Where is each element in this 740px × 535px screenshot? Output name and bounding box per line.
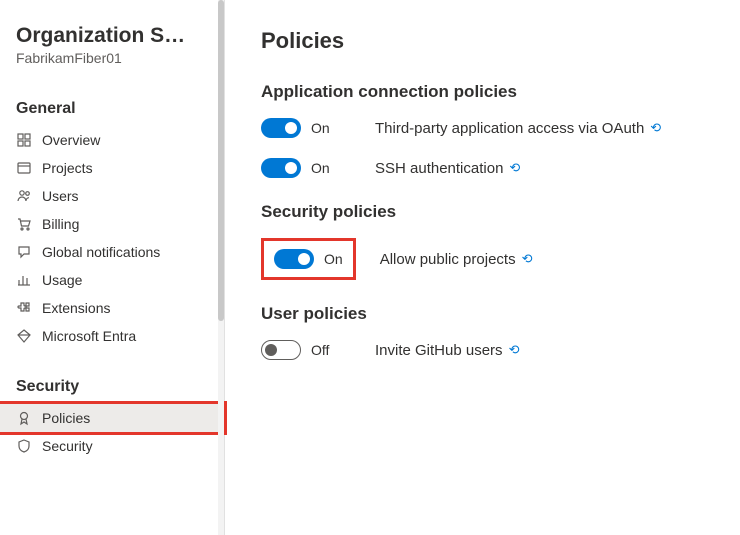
sidebar-item-global-notifications[interactable]: Global notifications	[0, 238, 224, 266]
sidebar-item-microsoft-entra[interactable]: Microsoft Entra	[0, 322, 224, 350]
sidebar-item-label: Overview	[42, 132, 100, 148]
toggle-state-label: On	[311, 160, 330, 176]
section-title-security-policies: Security policies	[261, 202, 720, 222]
sidebar-item-security[interactable]: Security	[0, 432, 224, 460]
dashboard-icon	[16, 132, 32, 148]
sidebar-item-label: Policies	[42, 410, 90, 426]
chart-icon	[16, 272, 32, 288]
policy-row-public-projects: On Allow public projects ⟲	[261, 238, 720, 280]
highlight-annotation: On	[261, 238, 356, 280]
section-title-user-policies: User policies	[261, 304, 720, 324]
badge-icon	[16, 410, 32, 426]
main-content: Policies Application connection policies…	[225, 0, 740, 535]
link-icon[interactable]: ⟲	[509, 160, 520, 176]
link-icon[interactable]: ⟲	[522, 251, 533, 267]
toggle-state-label: Off	[311, 342, 329, 358]
sidebar-item-projects[interactable]: Projects	[0, 154, 224, 182]
sidebar-item-label: Usage	[42, 272, 82, 288]
policy-label: SSH authentication ⟲	[375, 160, 520, 177]
sidebar-item-label: Users	[42, 188, 79, 204]
sidebar-subtitle: FabrikamFiber01	[16, 50, 208, 66]
policy-label: Third-party application access via OAuth…	[375, 120, 661, 137]
sidebar-item-label: Security	[42, 438, 93, 454]
sidebar: Organization S… FabrikamFiber01 General …	[0, 0, 225, 535]
link-icon[interactable]: ⟲	[509, 342, 520, 358]
toggle-ssh[interactable]	[261, 158, 301, 178]
sidebar-item-label: Microsoft Entra	[42, 328, 136, 344]
toggle-invite-github[interactable]	[261, 340, 301, 360]
cart-icon	[16, 216, 32, 232]
sidebar-item-label: Extensions	[42, 300, 110, 316]
entra-icon	[16, 328, 32, 344]
sidebar-item-policies[interactable]: Policies	[0, 404, 224, 432]
page-title: Policies	[261, 28, 720, 54]
sidebar-header: Organization S… FabrikamFiber01	[0, 24, 224, 72]
shield-icon	[16, 438, 32, 454]
sidebar-item-label: Billing	[42, 216, 79, 232]
link-icon[interactable]: ⟲	[650, 120, 661, 136]
policy-row-invite-github: Off Invite GitHub users ⟲	[261, 340, 720, 360]
sidebar-item-users[interactable]: Users	[0, 182, 224, 210]
scrollbar-track	[218, 0, 224, 535]
toggle-oauth[interactable]	[261, 118, 301, 138]
section-label-general: General	[0, 72, 224, 126]
sidebar-item-label: Projects	[42, 160, 93, 176]
toggle-state-label: On	[311, 120, 330, 136]
scrollbar-thumb[interactable]	[218, 0, 224, 321]
projects-icon	[16, 160, 32, 176]
sidebar-item-overview[interactable]: Overview	[0, 126, 224, 154]
sidebar-item-label: Global notifications	[42, 244, 160, 260]
users-icon	[16, 188, 32, 204]
policy-label: Allow public projects ⟲	[380, 251, 533, 268]
highlight-annotation: Policies	[0, 401, 227, 435]
section-title-app-connection: Application connection policies	[261, 82, 720, 102]
sidebar-item-extensions[interactable]: Extensions	[0, 294, 224, 322]
sidebar-title: Organization S…	[16, 24, 208, 48]
policy-label: Invite GitHub users ⟲	[375, 342, 519, 359]
toggle-state-label: On	[324, 251, 343, 267]
policy-row-oauth: On Third-party application access via OA…	[261, 118, 720, 138]
section-label-security: Security	[0, 350, 224, 404]
puzzle-icon	[16, 300, 32, 316]
toggle-public-projects[interactable]	[274, 249, 314, 269]
policy-row-ssh: On SSH authentication ⟲	[261, 158, 720, 178]
sidebar-item-usage[interactable]: Usage	[0, 266, 224, 294]
sidebar-item-billing[interactable]: Billing	[0, 210, 224, 238]
chat-icon	[16, 244, 32, 260]
